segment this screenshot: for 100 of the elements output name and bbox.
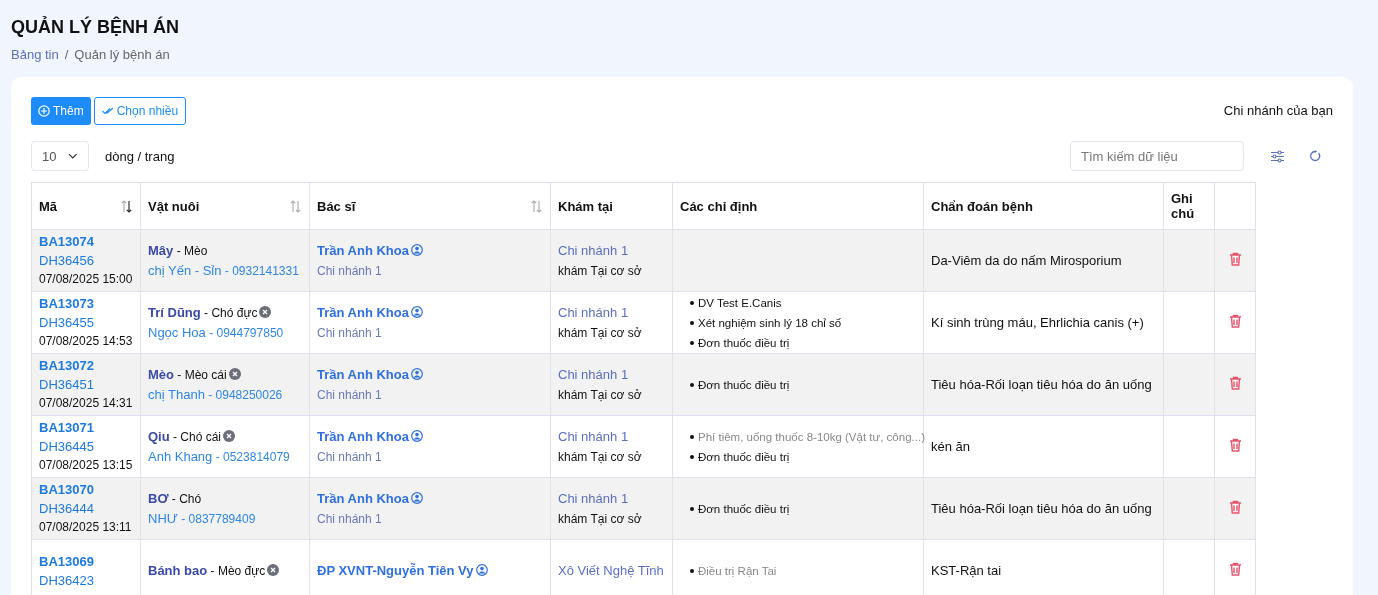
trash-icon[interactable] (1228, 500, 1242, 514)
bullet-dot (690, 568, 694, 573)
clinic-branch[interactable]: Chi nhánh 1 (558, 302, 665, 323)
owner-name[interactable]: NHƯ (148, 510, 178, 526)
user-circle-icon (410, 429, 423, 442)
record-code-link[interactable]: BA13071 (39, 418, 133, 437)
bullet-dot (690, 454, 694, 459)
owner-phone[interactable]: - 0523814079 (215, 449, 290, 464)
trash-icon[interactable] (1228, 314, 1242, 328)
pet-species: - Mèo đực (210, 563, 266, 578)
column-header: Mã (39, 198, 58, 214)
doctor-branch: Chi nhánh 1 (317, 386, 383, 404)
owner-phone[interactable]: - 0932141331 (224, 263, 299, 278)
user-circle-icon (410, 243, 423, 256)
refresh-icon[interactable] (1309, 150, 1321, 162)
record-time: 07/08/2025 14:31 (39, 395, 133, 412)
record-code-link[interactable]: BA13070 (39, 480, 133, 499)
owner-phone[interactable]: - 0944797850 (209, 325, 284, 340)
user-circle-icon (475, 563, 488, 576)
pet-species: - Chó cái (173, 429, 222, 444)
pet-name[interactable]: Qiu (148, 428, 170, 444)
diagnosis-text: Da-Viêm da do nấm Mirosporium (931, 253, 1122, 268)
visit-type: khám Tại cơ sở (558, 262, 643, 280)
order-item: Đơn thuốc điều trị (698, 501, 790, 517)
pet-name[interactable]: Mèo (148, 366, 174, 382)
record-code-link[interactable]: BA13074 (39, 232, 133, 251)
doctor-name[interactable]: Trần Anh Khoa (317, 304, 409, 320)
pet-species: - Mèo (176, 243, 208, 258)
owner-phone[interactable]: - 0837789409 (181, 511, 256, 526)
doctor-name[interactable]: Trần Anh Khoa (317, 366, 409, 382)
doctor-name[interactable]: Trần Anh Khoa (317, 428, 409, 444)
doctor-name[interactable]: ĐP XVNT-Nguyễn Tiên Vy (317, 562, 474, 578)
clinic-branch[interactable]: Chi nhánh 1 (558, 240, 665, 261)
clinic-branch[interactable]: Chi nhánh 1 (558, 426, 665, 447)
close-circle-icon[interactable] (223, 429, 236, 442)
column-header: Bác sĩ (317, 198, 356, 214)
trash-icon[interactable] (1228, 562, 1242, 576)
visit-type: khám Tại cơ sở (558, 386, 643, 404)
bullet-dot (690, 506, 694, 511)
search-field[interactable]: Tìm kiếm dữ liệu (1070, 141, 1244, 171)
record-time: 07/08/2025 14:53 (39, 333, 133, 350)
page-size-label: dòng / trang (105, 148, 175, 164)
doctor-branch: Chi nhánh 1 (317, 510, 383, 528)
trash-icon[interactable] (1228, 376, 1242, 390)
diagnosis-text: kén ăn (931, 439, 971, 454)
owner-name[interactable]: chị Thanh (148, 386, 205, 402)
record-code-link[interactable]: BA13073 (39, 294, 133, 313)
column-header: Khám tại (558, 198, 613, 214)
user-circle-icon (410, 491, 423, 504)
doctor-branch: Chi nhánh 1 (317, 324, 383, 342)
order-code-link[interactable]: DH36423 (39, 570, 133, 590)
order-item: Xét nghiệm sinh lý 18 chỉ số (698, 315, 842, 331)
multi-select-button[interactable]: Chọn nhiều (93, 96, 187, 125)
breadcrumb-separator: / (64, 47, 69, 62)
sort-icon[interactable] (120, 199, 133, 213)
order-code-link[interactable]: DH36444 (39, 499, 133, 518)
bullet-dot (690, 300, 694, 305)
breadcrumb-item: Quản lý bệnh án (74, 47, 170, 62)
order-item: Phí tiêm, uống thuốc 8-10kg (Vật tư, công...) (698, 429, 925, 445)
bullet-dot (690, 434, 694, 439)
clinic-branch[interactable]: Chi nhánh 1 (558, 488, 665, 509)
add-button[interactable]: Thêm (31, 96, 91, 125)
breadcrumb-item[interactable]: Bảng tin (11, 47, 59, 62)
page-size-select[interactable]: 10 (31, 141, 89, 171)
order-code-link[interactable]: DH36445 (39, 437, 133, 456)
owner-name[interactable]: Anh Khang (148, 448, 213, 464)
record-time: 07/08/2025 13:11 (39, 519, 133, 536)
trash-icon[interactable] (1228, 252, 1242, 266)
doctor-name[interactable]: Trần Anh Khoa (317, 490, 409, 506)
close-circle-icon[interactable] (228, 367, 241, 380)
trash-icon[interactable] (1228, 438, 1242, 452)
order-code-link[interactable]: DH36451 (39, 375, 133, 394)
close-circle-icon[interactable] (259, 305, 272, 318)
pet-name[interactable]: BƠ (148, 490, 169, 506)
order-code-link[interactable]: DH36456 (39, 251, 133, 270)
owner-name[interactable]: chị Yến - Sỉn (148, 262, 222, 278)
visit-type: khám Tại cơ sở (558, 324, 643, 342)
pet-name[interactable]: Bánh bao (148, 562, 208, 578)
close-circle-icon[interactable] (267, 563, 280, 576)
pet-name[interactable]: Mây (148, 242, 174, 258)
doctor-branch: Chi nhánh 1 (317, 448, 383, 466)
bullet-dot (690, 340, 694, 345)
clinic-branch[interactable]: Chi nhánh 1 (558, 364, 665, 385)
owner-name[interactable]: Ngọc Hoa (148, 324, 206, 340)
page-title: QUẢN LÝ BỆNH ÁN (11, 17, 180, 38)
pet-name[interactable]: Trí Dũng (148, 304, 201, 320)
visit-type: khám Tại cơ sở (558, 510, 643, 528)
pet-species: - Chó đực (204, 305, 258, 320)
filter-sliders-icon[interactable] (1270, 149, 1285, 163)
doctor-name[interactable]: Trần Anh Khoa (317, 242, 409, 258)
owner-phone[interactable]: - 0948250026 (208, 387, 283, 402)
record-code-link[interactable]: BA13069 (39, 551, 133, 571)
column-header: Vật nuôi (148, 198, 200, 214)
order-item: Đơn thuốc điều trị (698, 449, 790, 465)
column-header: Chẩn đoán bệnh (931, 198, 1033, 214)
user-circle-icon (410, 305, 423, 318)
order-code-link[interactable]: DH36455 (39, 313, 133, 332)
pet-species: - Chó (171, 491, 202, 506)
record-code-link[interactable]: BA13072 (39, 356, 133, 375)
order-item: Đơn thuốc điều trị (698, 377, 790, 393)
